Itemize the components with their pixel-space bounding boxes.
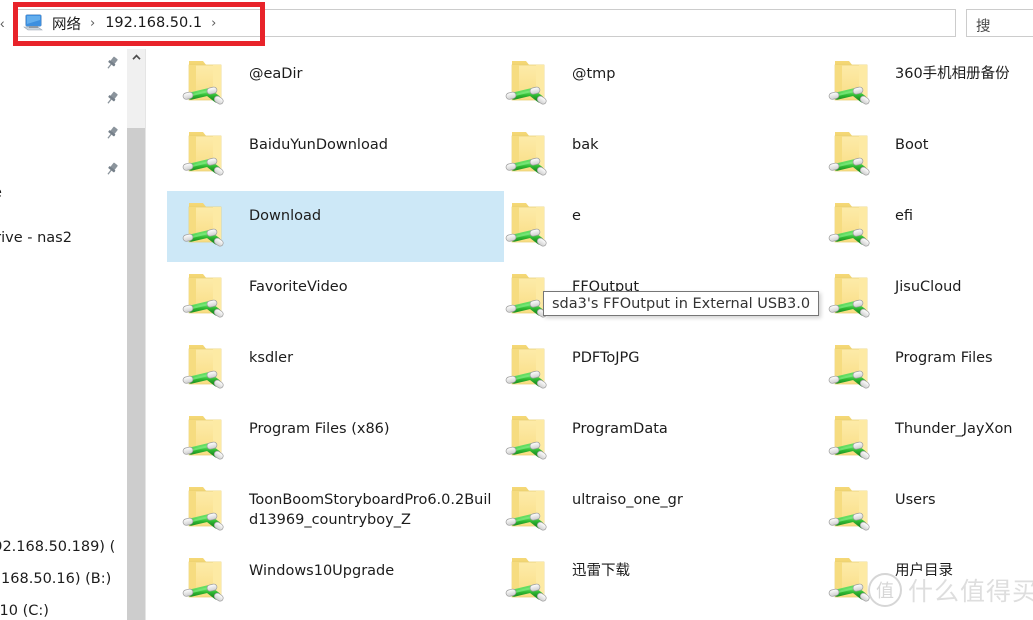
file-list-item-label: @eaDir bbox=[249, 66, 303, 82]
network-folder-icon bbox=[827, 123, 885, 185]
scroll-up-icon[interactable] bbox=[127, 49, 145, 66]
breadcrumb: 网络 › 192.168.50.1 › bbox=[22, 10, 223, 36]
pin-icon[interactable] bbox=[104, 55, 120, 71]
file-list-item-label: Windows10Upgrade bbox=[249, 563, 395, 579]
network-folder-icon bbox=[504, 336, 562, 398]
file-list-item[interactable]: e bbox=[490, 191, 827, 262]
file-list-item-label: ProgramData bbox=[572, 421, 668, 437]
file-list-item-label: Users bbox=[895, 492, 936, 508]
network-folder-icon bbox=[504, 123, 562, 185]
file-list-item[interactable]: 用户目录 bbox=[813, 546, 1033, 617]
network-computer-icon[interactable] bbox=[22, 13, 44, 33]
file-list-item-label: 迅雷下载 bbox=[572, 563, 630, 579]
scrollbar-thumb[interactable] bbox=[127, 128, 145, 620]
network-folder-icon bbox=[827, 336, 885, 398]
search-placeholder-text: 搜 bbox=[976, 19, 991, 35]
network-folder-icon bbox=[504, 52, 562, 114]
network-folder-icon bbox=[181, 336, 239, 398]
breadcrumb-crumb-host[interactable]: 192.168.50.1 bbox=[102, 15, 205, 31]
file-list-item-label: @tmp bbox=[572, 66, 616, 82]
address-bar: ‹ 网络 › 192.168.50.1 › ⌄ ↻ 搜 bbox=[0, 0, 1033, 49]
network-folder-icon bbox=[827, 265, 885, 327]
file-list-item-label: efi bbox=[895, 208, 914, 224]
file-list-item-label: ksdler bbox=[249, 350, 294, 366]
network-folder-icon bbox=[504, 407, 562, 469]
sidebar-item[interactable]: 92.168.50.16) (B:) bbox=[0, 568, 111, 590]
file-list-item[interactable]: Windows10Upgrade bbox=[167, 546, 504, 617]
file-list-item-label: 360手机相册备份 bbox=[895, 66, 1010, 82]
file-list-item[interactable]: JisuCloud bbox=[813, 262, 1033, 333]
file-list-item[interactable]: ultraiso_one_gr bbox=[490, 475, 827, 546]
file-list-item-label: e bbox=[572, 208, 581, 224]
navigation-pane[interactable]: e Drive - nas2 192.168.50.189) ( 92.168.50.… bbox=[0, 49, 126, 620]
pin-icon[interactable] bbox=[104, 125, 120, 141]
file-list-view[interactable]: @eaDir BaiduYunDownload Download Favorit… bbox=[146, 49, 1033, 620]
file-list-item-label: FavoriteVideo bbox=[249, 279, 348, 295]
sidebar-item[interactable]: s10 (C:) bbox=[0, 600, 49, 620]
sidebar-item[interactable]: Drive - nas2 bbox=[0, 227, 72, 249]
network-folder-icon bbox=[181, 549, 239, 611]
file-list-item[interactable]: 360手机相册备份 bbox=[813, 49, 1033, 120]
sidebar-item[interactable]: e bbox=[0, 182, 2, 204]
file-list-item-label: BaiduYunDownload bbox=[249, 137, 388, 153]
network-folder-icon bbox=[504, 549, 562, 611]
file-list-item[interactable]: Boot bbox=[813, 120, 1033, 191]
file-list-item[interactable]: BaiduYunDownload bbox=[167, 120, 504, 191]
network-folder-icon bbox=[181, 407, 239, 469]
network-folder-icon bbox=[827, 52, 885, 114]
chevron-right-icon-2[interactable]: › bbox=[205, 16, 223, 31]
file-list-item[interactable]: Program Files bbox=[813, 333, 1033, 404]
network-folder-icon bbox=[181, 478, 239, 540]
file-list-item[interactable]: FavoriteVideo bbox=[167, 262, 504, 333]
file-list-item[interactable]: bak bbox=[490, 120, 827, 191]
file-list-item-label: JisuCloud bbox=[895, 279, 962, 295]
file-list-item[interactable]: @tmp bbox=[490, 49, 827, 120]
file-list-item[interactable]: PDFToJPG bbox=[490, 333, 827, 404]
network-folder-icon bbox=[181, 123, 239, 185]
back-button-partial[interactable]: ‹ bbox=[0, 14, 10, 32]
file-list-item[interactable]: Users bbox=[813, 475, 1033, 546]
file-list-item-label: Thunder_JayXon bbox=[895, 421, 1013, 437]
file-list-item[interactable]: efi bbox=[813, 191, 1033, 262]
file-list-item[interactable]: Program Files (x86) bbox=[167, 404, 504, 475]
file-list-item-label: Download bbox=[249, 208, 322, 224]
file-list-item-label: Boot bbox=[895, 137, 929, 153]
network-folder-icon bbox=[181, 194, 239, 256]
file-list-item[interactable]: Thunder_JayXon bbox=[813, 404, 1033, 475]
folder-tooltip: sda3's FFOutput in External USB3.0 bbox=[543, 291, 820, 316]
navigation-pane-scrollbar[interactable] bbox=[126, 49, 145, 620]
network-folder-icon bbox=[827, 194, 885, 256]
pin-icon[interactable] bbox=[104, 161, 120, 177]
file-list-item-selected[interactable]: Download bbox=[167, 191, 504, 262]
network-folder-icon bbox=[504, 194, 562, 256]
network-folder-icon bbox=[827, 407, 885, 469]
file-list-item-label: ultraiso_one_gr bbox=[572, 492, 683, 508]
file-list-item[interactable]: ksdler bbox=[167, 333, 504, 404]
tooltip-text: sda3's FFOutput in External USB3.0 bbox=[552, 295, 811, 312]
network-folder-icon bbox=[827, 549, 885, 611]
sidebar-item[interactable]: 192.168.50.189) ( bbox=[0, 536, 115, 558]
file-list-item-label: ToonBoomStoryboardPro6.0.2Build13969_cou… bbox=[249, 492, 492, 528]
file-list-item-label: 用户目录 bbox=[895, 563, 953, 579]
pin-icon[interactable] bbox=[104, 90, 120, 106]
file-list-item[interactable]: ToonBoomStoryboardPro6.0.2Build13969_cou… bbox=[167, 475, 504, 546]
file-list-item-label: PDFToJPG bbox=[572, 350, 640, 366]
file-list-item-label: Program Files (x86) bbox=[249, 421, 390, 437]
file-list-item[interactable]: ProgramData bbox=[490, 404, 827, 475]
network-folder-icon bbox=[827, 478, 885, 540]
file-list-item[interactable]: 迅雷下载 bbox=[490, 546, 827, 617]
file-list-item[interactable]: @eaDir bbox=[167, 49, 504, 120]
chevron-right-icon-1[interactable]: › bbox=[84, 16, 102, 31]
network-folder-icon bbox=[504, 478, 562, 540]
network-folder-icon bbox=[181, 52, 239, 114]
network-folder-icon bbox=[181, 265, 239, 327]
file-list-item-label: bak bbox=[572, 137, 599, 153]
breadcrumb-crumb-network[interactable]: 网络 bbox=[49, 13, 84, 34]
file-list-item-label: Program Files bbox=[895, 350, 993, 366]
